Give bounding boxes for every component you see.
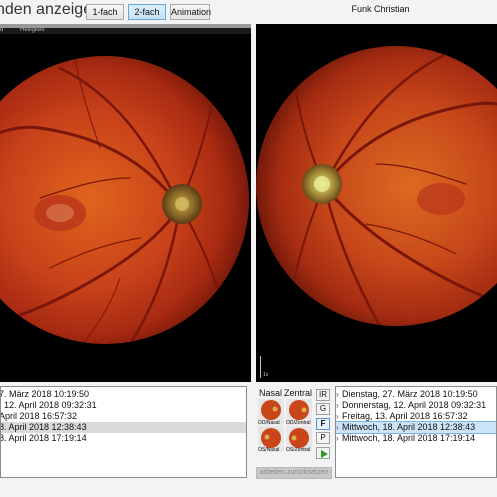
ir-mode-button[interactable]: IR (316, 389, 330, 401)
chevron-right-icon: › (336, 434, 339, 443)
list-item[interactable]: › Donnerstag, 12. April 2018 09:32:31 (336, 400, 496, 411)
list-item[interactable]: › Mittwoch, 18. April 2018 17:19:14 (336, 433, 496, 444)
left-fundus-image (0, 28, 251, 344)
right-fundus-image (256, 46, 497, 326)
nasal-column-label: Nasal (259, 388, 283, 398)
list-item[interactable]: › Freitag, 13. April 2018 16:57:32 (336, 411, 496, 422)
list-item-selected[interactable]: 8. April 2018 12:38:43 (1, 422, 246, 433)
right-image-pane[interactable] (256, 24, 497, 382)
single-view-button[interactable]: 1-fach (86, 4, 124, 20)
color-mode-button[interactable]: F (316, 418, 330, 430)
toolbar: nden anzeigen 1-fach 2-fach Animation Fu… (0, 0, 497, 24)
list-item[interactable]: › Dienstag, 27. März 2018 10:19:50 (336, 389, 496, 400)
left-pane-header: d Helligkeit (0, 27, 45, 33)
chevron-right-icon: › (336, 423, 339, 432)
chevron-right-icon: › (336, 401, 339, 410)
list-item[interactable]: 8. April 2018 17:19:14 (1, 433, 246, 444)
app-window: nden anzeigen 1-fach 2-fach Animation Fu… (0, 0, 497, 497)
left-image-pane[interactable]: d Helligkeit (0, 24, 251, 382)
zentral-column-label: Zentral (284, 388, 313, 398)
list-item[interactable]: April 2018 16:57:32 (1, 411, 246, 422)
list-item[interactable]: 7. März 2018 10:19:50 (1, 389, 246, 400)
list-item-selected[interactable]: › Mittwoch, 18. April 2018 12:38:43 (336, 421, 496, 434)
p-mode-button[interactable]: P (316, 432, 330, 444)
scale-indicator: 1x (258, 356, 270, 382)
animation-button[interactable]: Animation (170, 4, 211, 20)
green-mode-button[interactable]: G (316, 403, 330, 415)
chevron-right-icon: › (336, 412, 339, 421)
patient-name: Funk Christian (351, 4, 410, 14)
play-icon (321, 450, 328, 458)
chevron-right-icon: › (336, 390, 339, 399)
right-date-list[interactable]: › Dienstag, 27. März 2018 10:19:50 › Donne… (335, 386, 497, 478)
double-view-button[interactable]: 2-fach (128, 4, 166, 20)
left-date-list[interactable]: 7. März 2018 10:19:50 . 12. April 2018 0… (0, 386, 247, 478)
list-item[interactable]: . 12. April 2018 09:32:31 (1, 400, 246, 411)
play-button[interactable] (316, 447, 330, 459)
reset-processing-button[interactable]: arbeiten zurücksetzen (256, 467, 332, 479)
